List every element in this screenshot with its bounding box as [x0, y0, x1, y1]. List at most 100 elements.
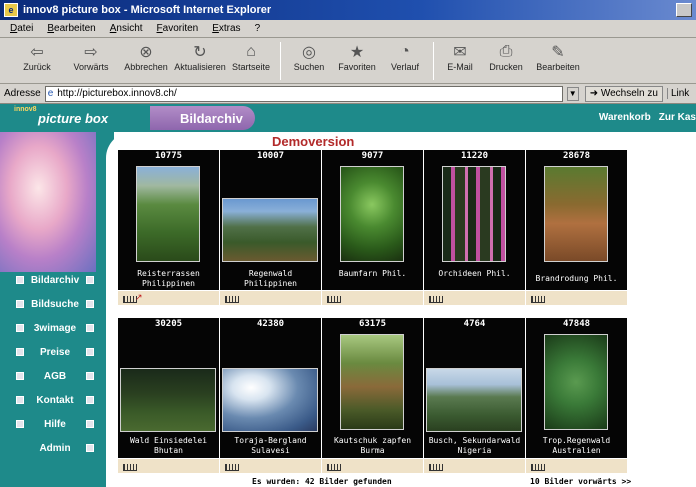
nav-item-bildarchiv[interactable]: Bildarchiv — [16, 268, 94, 292]
mail-button[interactable]: ✉ E-Mail — [440, 42, 480, 72]
window-title: innov8 picture box - Microsoft Internet … — [23, 4, 272, 16]
toolbar-separator — [280, 42, 281, 80]
nav-bullet-icon — [86, 348, 94, 356]
menu-extras[interactable]: Extras — [212, 23, 240, 34]
nav-bullet-icon — [16, 396, 24, 404]
nav-bullet-icon — [86, 396, 94, 404]
nav-bullet-icon — [86, 420, 94, 428]
gallery-cell[interactable]: 28678 Brandrodung Phil. — [526, 150, 627, 290]
results-count: Es wurden: 42 Bilder gefunden — [252, 477, 392, 486]
cart-basket-icon[interactable] — [529, 460, 547, 472]
nav-bullet-icon — [16, 324, 24, 332]
thumbnail-image[interactable] — [222, 198, 318, 262]
thumbnail-image[interactable] — [426, 368, 522, 432]
favorites-button[interactable]: ★ Favoriten — [331, 42, 383, 72]
nav-item-preise[interactable]: Preise — [16, 340, 94, 364]
next-page-link[interactable]: 10 Bilder vorwärts >> — [530, 477, 631, 486]
menu-bearbeiten[interactable]: Bearbeiten — [47, 23, 95, 34]
image-id: 42380 — [256, 319, 285, 329]
nav-item-kontakt[interactable]: Kontakt — [16, 388, 94, 412]
search-button[interactable]: ◎ Suchen — [287, 42, 331, 72]
cart-basket-icon[interactable] — [223, 292, 241, 304]
image-id: 10007 — [256, 151, 285, 161]
gallery-cell[interactable]: 11220 Orchideen Phil. — [424, 150, 525, 290]
toolbar-separator — [433, 42, 434, 80]
gallery-cell[interactable]: 10775 Reisterrassen Philippinen — [118, 150, 219, 290]
thumbnail-image[interactable] — [222, 368, 318, 432]
refresh-icon: ↻ — [193, 44, 207, 61]
menu-favoriten[interactable]: Favoriten — [157, 23, 199, 34]
nav-item-admin[interactable]: Admin — [16, 436, 94, 460]
refresh-button[interactable]: ↻ Aktualisieren — [172, 42, 228, 72]
nav-item-agb[interactable]: AGB — [16, 364, 94, 388]
minimize-button[interactable] — [676, 3, 692, 17]
thumbnail-image[interactable] — [120, 368, 216, 432]
cart-basket-icon[interactable] — [121, 460, 139, 472]
links-button[interactable]: Link — [666, 88, 689, 99]
image-id: 10775 — [154, 151, 183, 161]
nav-item-bildsuche[interactable]: Bildsuche — [16, 292, 94, 316]
history-button[interactable]: ◔ Verlauf — [383, 42, 427, 72]
checkout-link[interactable]: Zur Kas — [659, 112, 696, 123]
thumbnail-image[interactable] — [340, 334, 404, 430]
nav-bullet-icon — [86, 300, 94, 308]
thumbnail-image[interactable] — [544, 166, 608, 262]
cart-link[interactable]: Warenkorb — [599, 112, 651, 123]
address-input[interactable]: e http://picturebox.innov8.ch/ — [44, 85, 563, 102]
gallery-cell[interactable]: 47848 Trop.Regenwald Australien — [526, 318, 627, 458]
cart-strip — [526, 291, 627, 305]
nav-bullet-icon — [16, 300, 24, 308]
gallery-cell[interactable]: 4764 Busch, Sekundarwald Nigeria — [424, 318, 525, 458]
edit-button[interactable]: ✎ Bearbeiten — [532, 42, 584, 72]
page-icon: e — [47, 88, 54, 99]
logo-title: picture box — [38, 111, 109, 126]
back-arrow-icon: ⇦ — [30, 44, 44, 61]
nav-item-hilfe[interactable]: Hilfe — [16, 412, 94, 436]
header-links: Warenkorb Zur Kas — [599, 112, 696, 123]
menu-help[interactable]: ? — [255, 23, 261, 34]
image-id: 9077 — [361, 151, 384, 161]
cart-strip — [118, 459, 219, 473]
site-header: innov8 picture box Bildarchiv Warenkorb … — [0, 104, 696, 132]
history-icon: ◔ — [400, 43, 410, 60]
cart-basket-icon[interactable] — [427, 292, 445, 304]
back-button[interactable]: ⇦ Zurück — [12, 42, 62, 72]
thumbnail-image[interactable] — [544, 334, 608, 430]
nav-item-3wimage[interactable]: 3wimage — [16, 316, 94, 340]
thumbnail-image[interactable] — [340, 166, 404, 262]
home-button[interactable]: ⌂ Startseite — [228, 42, 274, 72]
gallery-cell[interactable]: 9077 Baumfarn Phil. — [322, 150, 423, 290]
image-caption: Reisterrassen Philippinen — [137, 269, 200, 288]
cart-basket-icon[interactable] — [325, 460, 343, 472]
gallery-cell[interactable]: 30205 Wald Einsiedelei Bhutan — [118, 318, 219, 458]
gallery-cell[interactable]: 42380 Toraja-Bergland Sulavesi — [220, 318, 321, 458]
site-logo[interactable]: innov8 picture box — [6, 104, 118, 132]
stop-icon: ⊗ — [139, 44, 153, 61]
menu-ansicht[interactable]: Ansicht — [110, 23, 143, 34]
address-label: Adresse — [4, 88, 41, 99]
cart-basket-icon[interactable] — [325, 292, 343, 304]
thumbnail-image[interactable] — [136, 166, 200, 262]
gallery-cell[interactable]: 63175 Kautschuk zapfen Burma — [322, 318, 423, 458]
gallery-cell[interactable]: 10007 Regenwald Philippinen — [220, 150, 321, 290]
image-id: 47848 — [562, 319, 591, 329]
thumbnail-image[interactable] — [442, 166, 506, 262]
image-caption: Regenwald Philippinen — [244, 269, 297, 288]
forward-button[interactable]: ⇨ Vorwärts — [62, 42, 120, 72]
cart-basket-icon[interactable] — [223, 460, 241, 472]
favorites-icon: ★ — [349, 44, 365, 61]
nav-bullet-icon — [16, 420, 24, 428]
cart-basket-icon[interactable] — [529, 292, 547, 304]
stop-button[interactable]: ⊗ Abbrechen — [120, 42, 172, 72]
mail-icon: ✉ — [453, 44, 467, 61]
print-button[interactable]: ⎙ Drucken — [480, 42, 532, 72]
cart-basket-icon[interactable]: ↗ — [121, 292, 143, 304]
image-caption: Busch, Sekundarwald Nigeria — [428, 436, 521, 455]
image-id: 63175 — [358, 319, 387, 329]
image-caption: Wald Einsiedelei Bhutan — [129, 436, 208, 455]
address-dropdown-button[interactable]: ▼ — [566, 86, 579, 101]
go-button[interactable]: ➜ Wechseln zu — [584, 85, 663, 102]
cart-basket-icon[interactable] — [427, 460, 445, 472]
menu-datei[interactable]: Datei — [10, 23, 33, 34]
sidebar-nav: Bildarchiv Bildsuche 3wimage Preise AGB … — [16, 268, 94, 460]
